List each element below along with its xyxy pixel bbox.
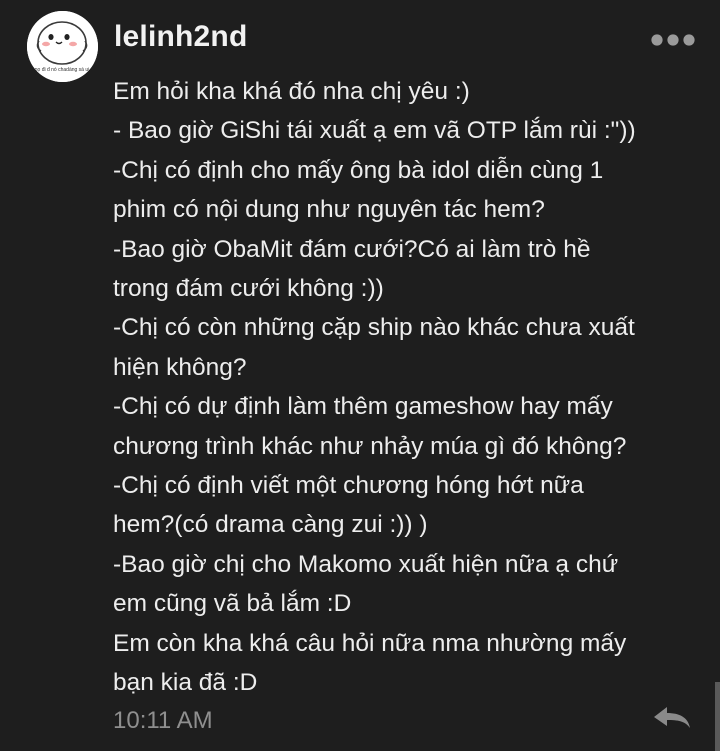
message-line: hem?(có drama càng zui :)) ) (113, 511, 428, 539)
username[interactable]: lelinh2nd (114, 20, 247, 54)
message-line: -Chị có còn những cặp ship nào khác chưa… (113, 314, 635, 342)
scrollbar[interactable] (715, 682, 720, 751)
message-line: Em hỏi kha khá đó nha chị yêu :) (113, 78, 470, 105)
message-body: Em hỏi kha khá đó nha chị yêu :) - Bao g… (113, 72, 703, 703)
message-line: chương trình khác như nhảy múa gì đó khô… (113, 432, 627, 460)
message-line: -Chị có dự định làm thêm gameshow hay mấ… (113, 393, 613, 421)
message-line: phim có nội dung như nguyên tác hem? (113, 196, 545, 224)
avatar-image: nọ đi đ nó chadàng sá ui (27, 11, 98, 82)
message-line: -Chị có định cho mấy ông bà idol diễn cù… (113, 156, 604, 184)
avatar[interactable]: nọ đi đ nó chadàng sá ui (27, 11, 98, 82)
more-options-icon[interactable] (650, 30, 696, 50)
message-line: Em còn kha khá câu hỏi nữa nma nhường mấ… (113, 629, 627, 657)
message-line: trong đám cưới không :)) (113, 275, 384, 303)
message-line: -Bao giờ ObaMit đám cưới?Có ai làm trò h… (113, 235, 591, 263)
message-line: -Chị có định viết một chương hóng hớt nữ… (113, 472, 584, 500)
comment-card: nọ đi đ nó chadàng sá ui lelinh2nd Em hỏ… (0, 0, 720, 751)
message-line: em cũng vã bả lắm :D (113, 590, 352, 618)
reply-arrow-icon[interactable] (652, 706, 692, 730)
message-line: bạn kia đã :D (113, 669, 258, 697)
message-line: - Bao giờ GiShi tái xuất ạ em vã OTP lắm… (113, 117, 636, 145)
message-line: -Bao giờ chị cho Makomo xuất hiện nữa ạ … (113, 550, 619, 578)
avatar-caption: nọ đi đ nó chadàng sá ui (35, 67, 90, 73)
message-line: hiện không? (113, 353, 247, 381)
timestamp: 10:11 AM (113, 707, 213, 734)
